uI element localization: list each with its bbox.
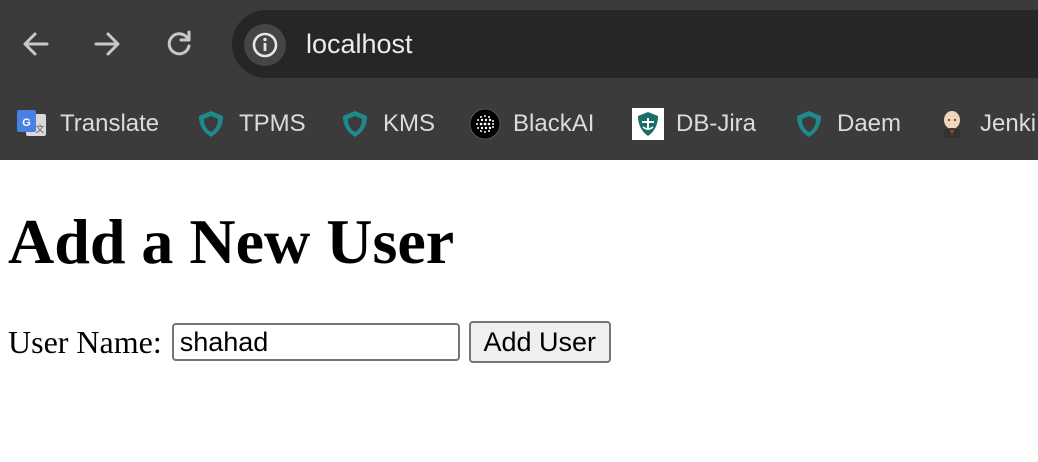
url-text: localhost bbox=[306, 29, 413, 59]
bookmark-tpms[interactable]: TPMS bbox=[195, 106, 306, 142]
jenkins-icon bbox=[936, 108, 968, 140]
reload-icon bbox=[167, 30, 191, 56]
dotted-sphere-icon bbox=[469, 108, 501, 140]
shield-icon bbox=[793, 108, 825, 140]
back-arrow-icon bbox=[23, 32, 49, 56]
bookmark-label: Translate bbox=[60, 110, 160, 137]
svg-text:G: G bbox=[22, 117, 31, 129]
bookmark-jenkins[interactable]: Jenki bbox=[936, 106, 1036, 142]
address-bar[interactable]: localhost bbox=[232, 10, 1038, 78]
bookmark-blackai[interactable]: BlackAI bbox=[469, 106, 594, 142]
emblem-icon bbox=[632, 108, 664, 140]
bookmark-daem[interactable]: Daem bbox=[793, 106, 901, 142]
bookmark-label: TPMS bbox=[239, 110, 306, 137]
user-name-input[interactable] bbox=[171, 323, 460, 361]
svg-text:文: 文 bbox=[35, 123, 44, 135]
browser-chrome: localhost G 文 Translate TPMS KMS BlackAI… bbox=[0, 0, 1038, 160]
bookmark-kms[interactable]: KMS bbox=[339, 106, 435, 142]
add-user-form: User Name: Add User bbox=[8, 320, 611, 364]
user-name-label: User Name: bbox=[8, 324, 162, 360]
bookmark-label: KMS bbox=[383, 110, 436, 137]
shield-icon bbox=[195, 108, 227, 140]
forward-button[interactable] bbox=[85, 22, 129, 66]
page-title: Add a New User bbox=[8, 206, 455, 277]
bookmark-translate[interactable]: G 文 Translate bbox=[16, 106, 159, 142]
page-content: Add a New User User Name: Add User bbox=[0, 160, 1038, 462]
bookmark-label: BlackAI bbox=[513, 110, 595, 137]
bookmark-db-jira[interactable]: DB-Jira bbox=[632, 106, 756, 142]
back-button[interactable] bbox=[14, 22, 58, 66]
add-user-button[interactable]: Add User bbox=[468, 321, 611, 363]
bookmark-label: DB-Jira bbox=[676, 110, 757, 137]
bookmark-label: Jenki bbox=[980, 110, 1037, 137]
browser-toolbar: localhost bbox=[0, 0, 1038, 90]
google-translate-icon: G 文 bbox=[16, 108, 48, 140]
reload-button[interactable] bbox=[157, 22, 201, 66]
bookmarks-bar: G 文 Translate TPMS KMS BlackAI DB-Jira D… bbox=[0, 96, 1038, 152]
forward-arrow-icon bbox=[94, 32, 120, 56]
site-info-button[interactable] bbox=[244, 24, 286, 66]
info-icon bbox=[252, 32, 278, 58]
bookmark-label: Daem bbox=[837, 110, 902, 137]
shield-icon bbox=[339, 108, 371, 140]
